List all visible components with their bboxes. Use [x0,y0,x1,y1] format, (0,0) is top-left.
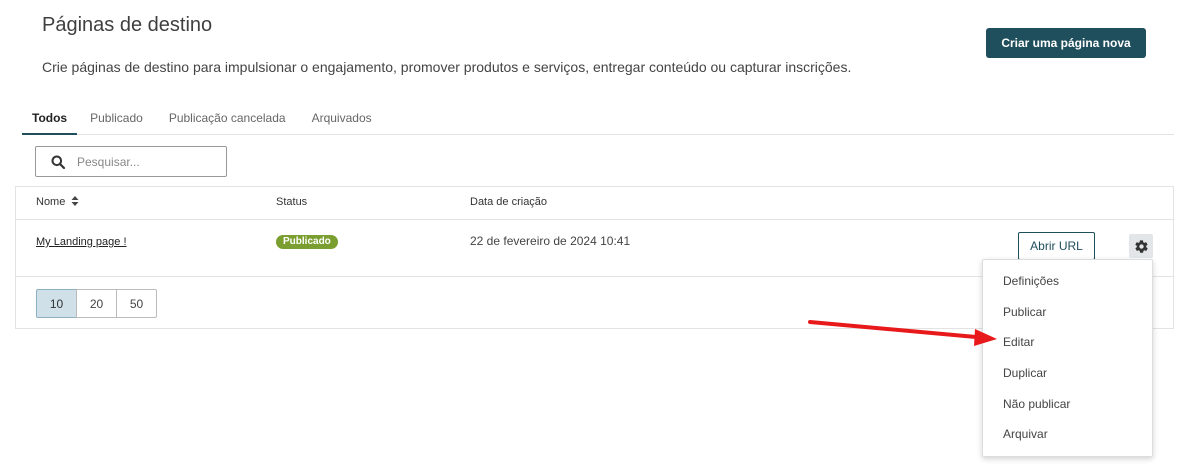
menu-item-editar[interactable]: Editar [983,327,1152,358]
page-size-10[interactable]: 10 [36,289,77,318]
column-header-name[interactable]: Nome [36,196,79,208]
landing-pages-screen: Páginas de destino Crie páginas de desti… [0,0,1182,465]
create-page-button[interactable]: Criar uma página nova [986,28,1146,58]
page-size-selector: 10 20 50 [36,289,157,318]
page-size-50[interactable]: 50 [116,289,157,318]
tab-publicacao-cancelada[interactable]: Publicação cancelada [156,104,299,135]
tab-publicado[interactable]: Publicado [77,104,156,135]
page-description: Crie páginas de destino para impulsionar… [42,59,852,75]
search-box [35,146,227,177]
menu-item-duplicar[interactable]: Duplicar [983,358,1152,389]
column-header-status: Status [276,196,308,208]
page-name-link[interactable]: My Landing page ! [36,236,127,248]
table-header: Nome Status Data de criação [16,187,1173,220]
row-settings-button[interactable] [1129,234,1153,258]
menu-item-publicar[interactable]: Publicar [983,297,1152,328]
created-date: 22 de fevereiro de 2024 10:41 [470,234,631,248]
tab-arquivados[interactable]: Arquivados [299,104,385,135]
search-input[interactable] [77,154,217,169]
menu-item-definicoes[interactable]: Definições [983,266,1152,297]
menu-item-arquivar[interactable]: Arquivar [983,419,1152,450]
filter-tabs: Todos Publicado Publicação cancelada Arq… [22,104,1174,135]
open-url-button[interactable]: Abrir URL [1018,232,1095,260]
status-badge: Publicado [276,235,338,249]
row-actions-menu: Definições Publicar Editar Duplicar Não … [982,259,1153,457]
search-icon [51,155,65,169]
column-header-created: Data de criação [470,196,548,208]
gear-icon [1134,239,1148,253]
tab-todos[interactable]: Todos [22,104,78,135]
page-title: Páginas de destino [42,14,213,36]
menu-item-nao-publicar[interactable]: Não publicar [983,389,1152,420]
sort-icon [71,196,79,206]
page-size-20[interactable]: 20 [76,289,117,318]
